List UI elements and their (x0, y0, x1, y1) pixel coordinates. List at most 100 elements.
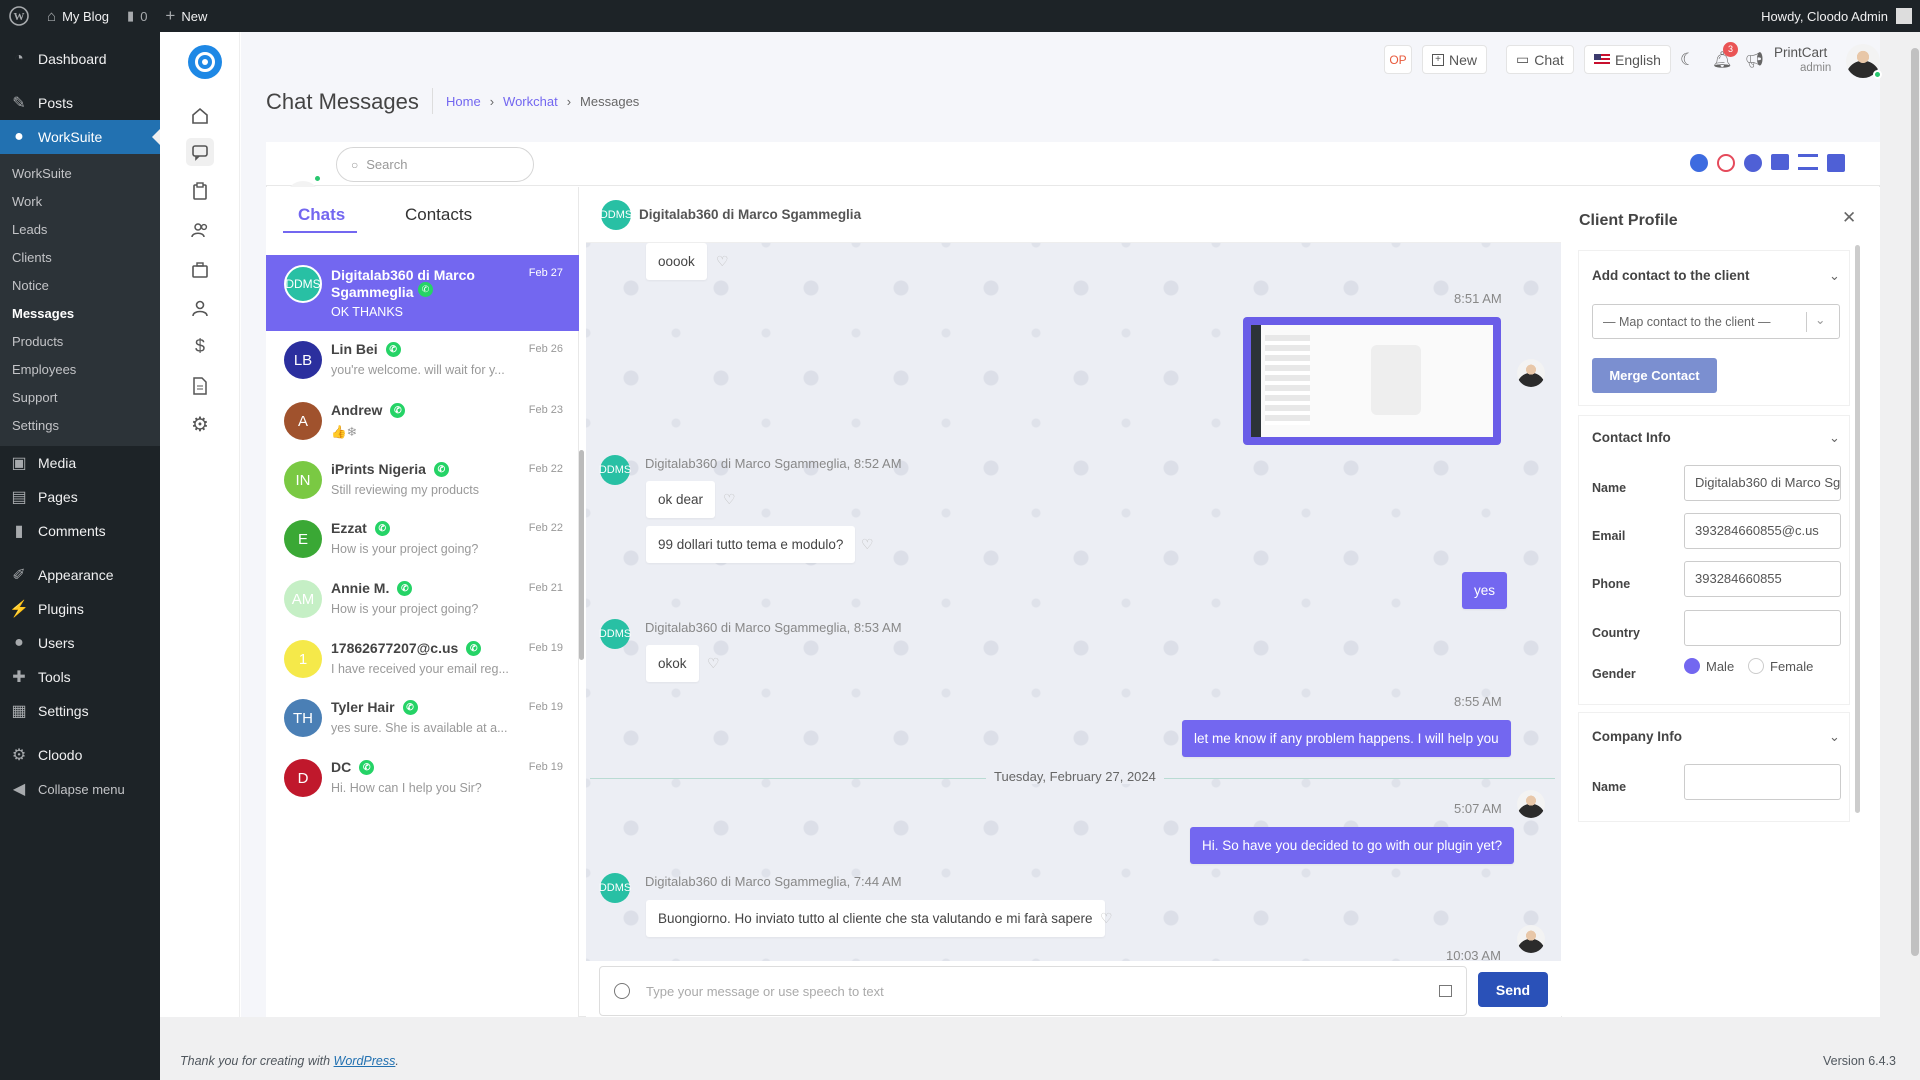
email-label: Email (1592, 529, 1626, 543)
map-contact-select[interactable]: — Map contact to the client — ⌄ (1592, 304, 1840, 339)
tab-contacts[interactable]: Contacts (405, 205, 472, 225)
menu-posts[interactable]: ✎ Posts (0, 86, 160, 120)
person-icon[interactable] (186, 294, 214, 322)
home-icon[interactable] (186, 102, 214, 130)
menu-tools[interactable]: ✚ Tools (0, 660, 160, 694)
submenu-clients[interactable]: Clients (0, 244, 160, 272)
menu-comments[interactable]: ▮ Comments (0, 514, 160, 548)
email-field[interactable]: 393284660855@c.us (1684, 513, 1841, 549)
dollar-icon[interactable]: $ (186, 332, 214, 360)
country-field[interactable] (1684, 610, 1841, 646)
heart-icon[interactable]: ♡ (707, 656, 721, 670)
menu-worksuite[interactable]: ● WorkSuite (0, 120, 160, 154)
user-avatar-icon[interactable] (1896, 8, 1912, 24)
collapse-menu[interactable]: ◀ Collapse menu (0, 772, 160, 806)
image-attachment[interactable] (1243, 317, 1501, 445)
menu-cloodo[interactable]: ⚙ Cloodo (0, 738, 160, 772)
add-contact-heading[interactable]: Add contact to the client (1592, 268, 1750, 283)
gender-male-radio[interactable]: Male (1684, 658, 1734, 674)
megaphone-icon[interactable]: 📢︎ (1745, 51, 1764, 69)
breadcrumb-home[interactable]: Home (446, 94, 481, 109)
settings-gear-icon[interactable]: ⚙ (186, 410, 214, 438)
chat-item[interactable]: D DC ✆ Hi. How can I help you Sir? Feb 19 (266, 749, 579, 809)
collapse-icon: ◀ (12, 781, 26, 798)
submenu-leads[interactable]: Leads (0, 216, 160, 244)
messenger-icon[interactable] (1690, 154, 1708, 172)
op-button[interactable]: OP (1384, 45, 1412, 74)
database-icon[interactable] (1827, 154, 1845, 172)
howdy-user[interactable]: Howdy, Cloodo Admin (1761, 9, 1888, 24)
contact-info-heading[interactable]: Contact Info (1592, 430, 1671, 445)
name-field[interactable]: Digitalab360 di Marco Sgammeglia (1684, 465, 1841, 501)
send-button[interactable]: Send (1478, 972, 1548, 1007)
submenu-settings[interactable]: Settings (0, 412, 160, 440)
heart-icon[interactable]: ♡ (723, 492, 737, 506)
user-name[interactable]: PrintCart (1774, 45, 1827, 60)
image-upload-icon[interactable] (1439, 985, 1452, 997)
menu-users[interactable]: ● Users (0, 626, 160, 660)
contact-name[interactable]: Digitalab360 di Marco Sgammeglia (639, 207, 861, 222)
wordpress-logo-icon[interactable]: W (0, 0, 38, 32)
chat-item[interactable]: A Andrew ✆ 👍❄ Feb 23 (266, 392, 579, 452)
new-button[interactable]: + New (1422, 45, 1488, 74)
wordpress-link[interactable]: WordPress (334, 1054, 396, 1068)
merge-contact-button[interactable]: Merge Contact (1592, 358, 1717, 393)
chat-item-active[interactable]: DDMS Digitalab360 di Marco Sgammeglia ✆ … (266, 255, 579, 331)
clipboard-icon[interactable] (186, 177, 214, 205)
gender-female-radio[interactable]: Female (1748, 658, 1813, 674)
menu-appearance[interactable]: ✐ Appearance (0, 558, 160, 592)
page-scrollbar-thumb[interactable] (1911, 48, 1919, 956)
comments-link[interactable]: ▮ 0 (118, 0, 156, 32)
submenu-worksuite[interactable]: WorkSuite (0, 160, 160, 188)
chat-item[interactable]: E Ezzat ✆ How is your project going? Feb … (266, 510, 579, 570)
briefcase-icon[interactable] (186, 256, 214, 284)
phone-field[interactable]: 393284660855 (1684, 561, 1841, 597)
submenu-messages[interactable]: Messages (0, 300, 160, 328)
chat-item[interactable]: AM Annie M. ✆ How is your project going? … (266, 570, 579, 630)
chat-item[interactable]: TH Tyler Hair ✆ yes sure. She is availabl… (266, 689, 579, 749)
tab-chats[interactable]: Chats (298, 205, 345, 225)
users-icon[interactable] (186, 216, 214, 244)
document-icon[interactable] (186, 372, 214, 400)
chat-icon[interactable] (186, 138, 214, 166)
breadcrumb-workchat[interactable]: Workchat (503, 94, 558, 109)
heart-icon[interactable]: ♡ (716, 254, 730, 268)
chat-form-icon[interactable] (1771, 154, 1789, 170)
emoji-icon[interactable] (614, 983, 630, 999)
chat-item[interactable]: 1 17862677207@c.us ✆ I have received your… (266, 630, 579, 690)
site-name-link[interactable]: ⌂ My Blog (38, 0, 118, 32)
company-name-field[interactable] (1684, 764, 1841, 800)
profile-scrollbar[interactable] (1855, 245, 1860, 813)
submenu-support[interactable]: Support (0, 384, 160, 412)
viber-icon[interactable] (1744, 154, 1762, 172)
menu-plugins[interactable]: ⚡ Plugins (0, 592, 160, 626)
menu-pages[interactable]: ▤ Pages (0, 480, 160, 514)
search-input[interactable]: ○ Search (336, 147, 534, 182)
app-logo-icon[interactable] (188, 45, 222, 79)
whatsapp-red-icon[interactable] (1717, 154, 1735, 172)
submenu-employees[interactable]: Employees (0, 356, 160, 384)
chat-button[interactable]: ▭ Chat (1506, 45, 1574, 74)
company-info-heading[interactable]: Company Info (1592, 729, 1682, 744)
language-selector[interactable]: English (1584, 45, 1671, 74)
chat-item[interactable]: LB Lin Bei ✆ you're welcome. will wait fo… (266, 331, 579, 391)
menu-settings[interactable]: ▦ Settings (0, 694, 160, 728)
chat-list-scrollbar[interactable] (579, 450, 584, 660)
close-icon[interactable]: ✕ (1842, 208, 1856, 228)
dark-mode-icon[interactable]: ☾ (1680, 50, 1695, 70)
chevron-down-icon[interactable]: ⌄ (1829, 729, 1840, 745)
submenu-work[interactable]: Work (0, 188, 160, 216)
list-icon[interactable] (1798, 154, 1818, 170)
menu-media[interactable]: ▣ Media (0, 446, 160, 480)
heart-icon[interactable]: ♡ (1100, 911, 1114, 925)
submenu-notice[interactable]: Notice (0, 272, 160, 300)
menu-dashboard[interactable]: ◔ Dashboard (0, 42, 160, 76)
chat-item[interactable]: IN iPrints Nigeria ✆ Still reviewing my p… (266, 451, 579, 511)
chevron-down-icon[interactable]: ⌄ (1829, 268, 1840, 284)
message-input[interactable]: Type your message or use speech to text (599, 966, 1467, 1016)
submenu-products[interactable]: Products (0, 328, 160, 356)
heart-icon[interactable]: ♡ (861, 537, 875, 551)
new-content-link[interactable]: + New (156, 0, 216, 32)
chevron-down-icon[interactable]: ⌄ (1829, 430, 1840, 446)
date-divider: Tuesday, February 27, 2024 (986, 769, 1164, 784)
